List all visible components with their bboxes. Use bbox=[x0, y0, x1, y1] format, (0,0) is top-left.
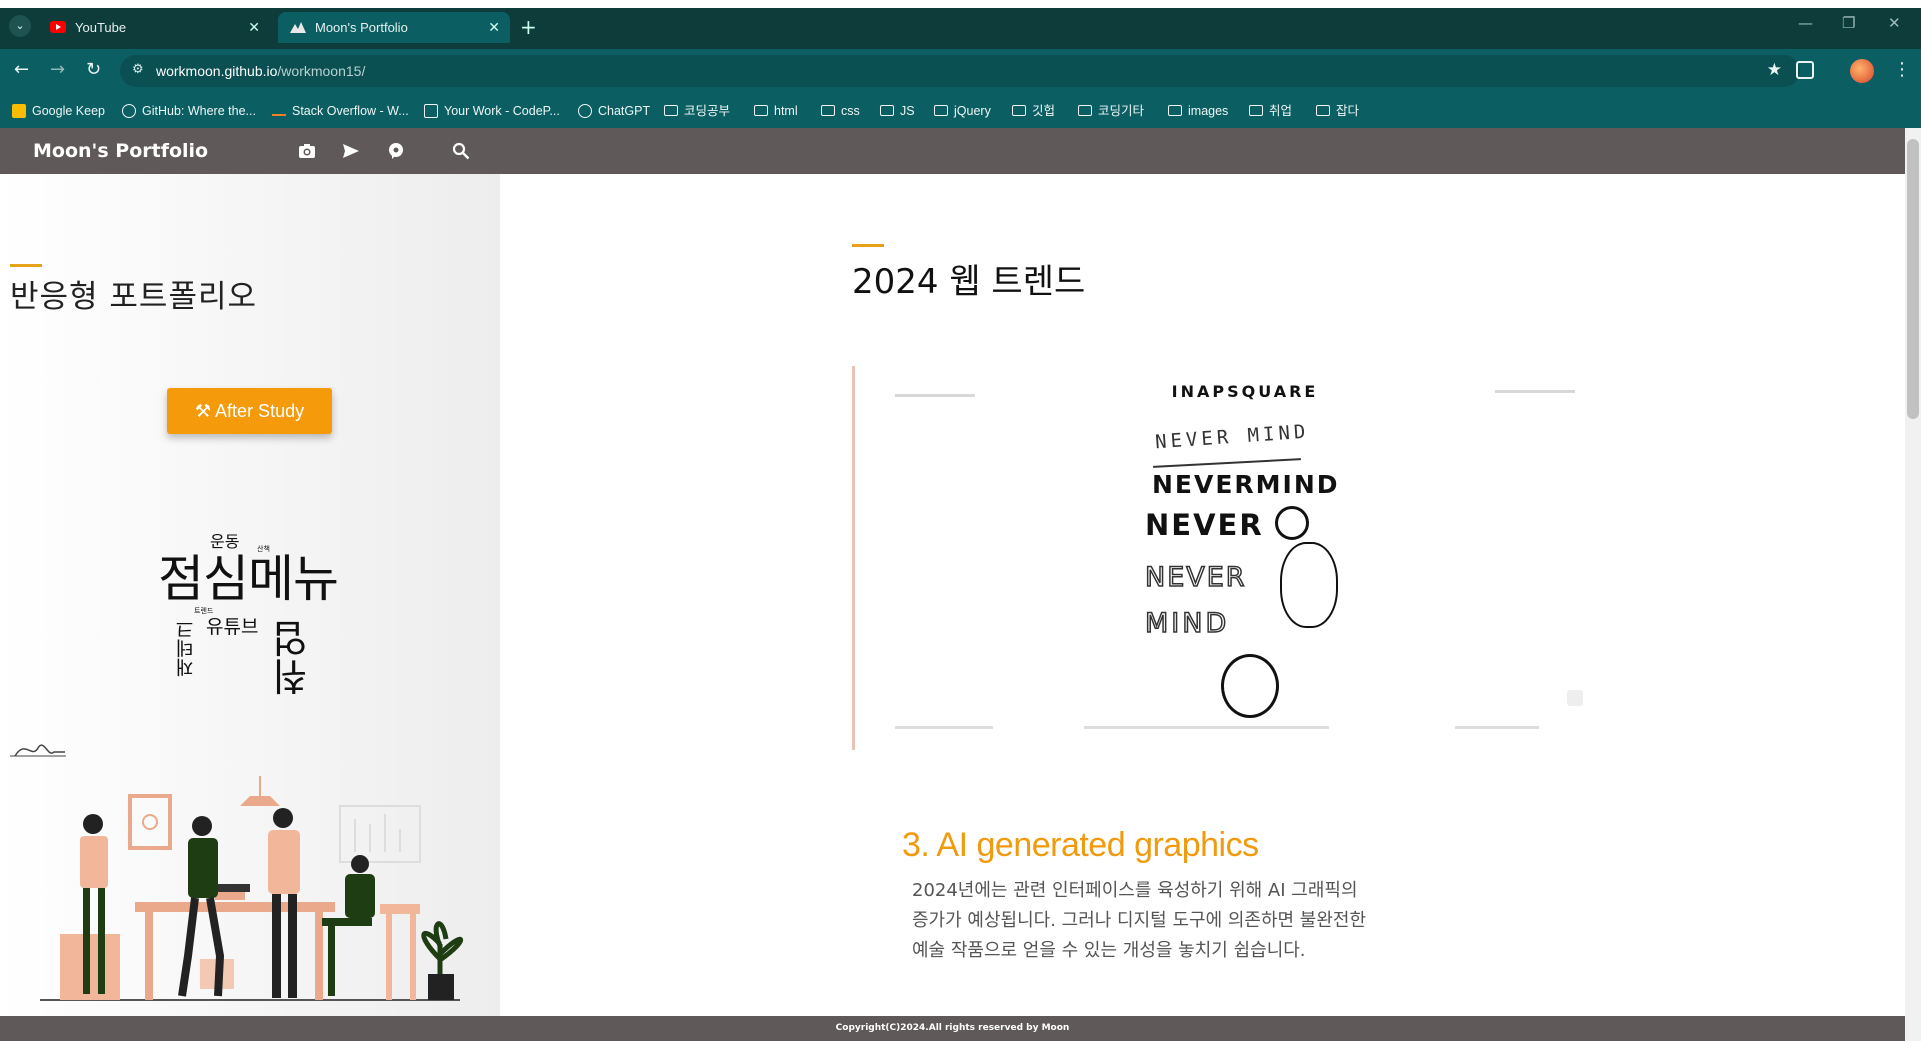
tab-moons-portfolio[interactable]: Moon's Portfolio ✕ bbox=[278, 12, 510, 43]
search-icon[interactable] bbox=[452, 142, 470, 160]
after-study-button[interactable]: ⚒ After Study bbox=[167, 388, 332, 434]
section-title: 3. AI generated graphics bbox=[902, 826, 1259, 864]
extensions-icon[interactable] bbox=[1796, 61, 1814, 79]
mountain-icon bbox=[290, 22, 306, 33]
chat-icon[interactable] bbox=[387, 142, 405, 160]
bookmark-google-keep[interactable]: Google Keep bbox=[12, 94, 105, 128]
heading-accent-bar bbox=[852, 244, 884, 247]
forward-icon[interactable]: → bbox=[50, 59, 65, 81]
camera-icon[interactable] bbox=[298, 142, 316, 160]
menu-icon[interactable]: ⋮ bbox=[1893, 59, 1911, 80]
bookmark-folder-coding-study[interactable]: 코딩공부 bbox=[664, 94, 730, 128]
folder-icon bbox=[1012, 105, 1026, 116]
folder-icon bbox=[1316, 105, 1330, 116]
github-icon bbox=[122, 104, 136, 118]
bookmark-folder-html[interactable]: html bbox=[754, 94, 798, 128]
window-top-edge bbox=[0, 0, 1921, 8]
bookmark-folder-github[interactable]: 깃헙 bbox=[1012, 94, 1055, 128]
address-bar[interactable]: ⚙ workmoon.github.io/workmoon15/ ★ bbox=[120, 55, 1800, 87]
bookmark-stackoverflow[interactable]: Stack Overflow - W... bbox=[272, 94, 409, 128]
word-cloud-item: 재테크 bbox=[175, 620, 197, 677]
image-scribble-text: NEVER bbox=[1145, 508, 1264, 542]
magic-wand-icon: ⚒ bbox=[194, 401, 212, 421]
site-title[interactable]: Moon's Portfolio bbox=[33, 128, 208, 174]
folder-icon bbox=[1078, 105, 1092, 116]
web-trend-image: INAPSQUARE NEVER MIND NEVERMIND NEVER NE… bbox=[852, 366, 1635, 750]
image-nav-line bbox=[1495, 390, 1575, 393]
folder-icon bbox=[1249, 105, 1263, 116]
sidebar: 반응형 포트폴리오 ⚒ After Study 운동 산책 점심메뉴 트렌드 유… bbox=[0, 174, 500, 1016]
site-footer: Copyright(C)2024.All rights reserved by … bbox=[0, 1016, 1905, 1041]
folder-icon bbox=[1168, 105, 1182, 116]
sidebar-heading: 반응형 포트폴리오 bbox=[10, 279, 258, 315]
word-cloud-item: 트렌드 bbox=[194, 607, 214, 615]
close-window-icon[interactable]: ✕ bbox=[1888, 14, 1901, 32]
send-icon[interactable] bbox=[342, 142, 360, 160]
folder-icon bbox=[754, 105, 768, 116]
main-heading: 2024 웹 트렌드 bbox=[852, 262, 1086, 302]
image-scroll-top-icon bbox=[1567, 690, 1583, 706]
scribble-shape bbox=[1280, 542, 1338, 628]
back-icon[interactable]: ← bbox=[14, 59, 29, 81]
profile-avatar[interactable] bbox=[1850, 59, 1874, 83]
tab-youtube[interactable]: YouTube ✕ bbox=[38, 12, 270, 43]
bookmark-folder-jquery[interactable]: jQuery bbox=[934, 94, 991, 128]
youtube-icon bbox=[50, 21, 66, 33]
scribble-shape bbox=[1221, 654, 1279, 718]
bookmark-folder-coding-etc[interactable]: 코딩기타 bbox=[1078, 94, 1144, 128]
scrollbar-thumb[interactable] bbox=[1907, 139, 1919, 419]
bookmark-star-icon[interactable]: ★ bbox=[1767, 60, 1782, 80]
word-cloud-item: 유튜브 bbox=[206, 616, 259, 638]
smiley-icon bbox=[1275, 506, 1309, 540]
heading-accent-bar bbox=[10, 264, 42, 267]
chatgpt-icon bbox=[578, 104, 592, 118]
reload-icon[interactable]: ↻ bbox=[86, 59, 101, 81]
section-body: 2024년에는 관련 인터페이스를 육성하기 위해 AI 그래픽의 증가가 예상… bbox=[912, 876, 1472, 966]
folder-icon bbox=[934, 105, 948, 116]
bookmarks-bar: Google Keep GitHub: Where the... Stack O… bbox=[0, 94, 1921, 128]
image-scribble-text: NEVER MIND bbox=[1154, 420, 1310, 454]
word-cloud-item: 운동 bbox=[210, 532, 240, 551]
image-scribble-text: MIND bbox=[1144, 607, 1230, 640]
word-cloud-item: 점심메뉴 bbox=[158, 550, 339, 608]
address-toolbar: ← → ↻ ⚙ workmoon.github.io/workmoon15/ ★… bbox=[0, 49, 1921, 94]
bookmark-chatgpt[interactable]: ChatGPT bbox=[578, 94, 650, 128]
bookmark-folder-job[interactable]: 취업 bbox=[1249, 94, 1292, 128]
tab-title: YouTube bbox=[75, 20, 127, 35]
tab-title: Moon's Portfolio bbox=[315, 20, 408, 35]
section-body-line: 예술 작품으로 얻을 수 있는 개성을 놓치기 쉽습니다. bbox=[912, 940, 1306, 961]
image-scribble-text: NEVERMIND bbox=[1152, 470, 1340, 499]
keep-icon bbox=[12, 104, 26, 118]
bookmark-github[interactable]: GitHub: Where the... bbox=[122, 94, 256, 128]
section-body-line: 2024년에는 관련 인터페이스를 육성하기 위해 AI 그래픽의 bbox=[912, 880, 1358, 901]
section-body-line: 증가가 예상됩니다. 그러나 디지털 도구에 의존하면 불완전한 bbox=[912, 910, 1367, 931]
tab-search-button[interactable]: ⌄ bbox=[9, 15, 31, 37]
close-tab-icon[interactable]: ✕ bbox=[248, 12, 260, 43]
stackoverflow-icon bbox=[272, 105, 286, 116]
folder-icon bbox=[821, 105, 835, 116]
footer-copyright: Copyright(C)2024.All rights reserved by … bbox=[835, 1023, 1070, 1033]
image-scribble-text: NEVER bbox=[1144, 561, 1247, 594]
site-header: Moon's Portfolio bbox=[0, 128, 1905, 174]
word-cloud-item: 취업 bbox=[271, 620, 315, 696]
bookmark-folder-misc[interactable]: 잡다 bbox=[1316, 94, 1359, 128]
restore-icon[interactable]: ❐ bbox=[1842, 14, 1855, 32]
image-footer-line bbox=[895, 726, 1595, 729]
new-tab-button[interactable]: + bbox=[520, 14, 537, 40]
close-tab-icon[interactable]: ✕ bbox=[488, 12, 500, 43]
bookmark-folder-images[interactable]: images bbox=[1168, 94, 1228, 128]
team-meeting-illustration bbox=[10, 744, 464, 1001]
bookmark-folder-css[interactable]: css bbox=[821, 94, 860, 128]
url-text[interactable]: workmoon.github.io/workmoon15/ bbox=[156, 55, 365, 87]
bookmark-folder-js[interactable]: JS bbox=[880, 94, 915, 128]
browser-tab-strip: ⌄ YouTube ✕ Moon's Portfolio ✕ + — ❐ ✕ bbox=[0, 0, 1921, 49]
folder-icon bbox=[880, 105, 894, 116]
codepen-icon bbox=[424, 104, 438, 118]
folder-icon bbox=[664, 105, 678, 116]
minimize-icon[interactable]: — bbox=[1798, 14, 1813, 32]
site-info-icon[interactable]: ⚙ bbox=[132, 62, 144, 77]
bookmark-codepen[interactable]: Your Work - CodeP... bbox=[424, 94, 560, 128]
image-scribble-underline bbox=[1153, 458, 1301, 468]
